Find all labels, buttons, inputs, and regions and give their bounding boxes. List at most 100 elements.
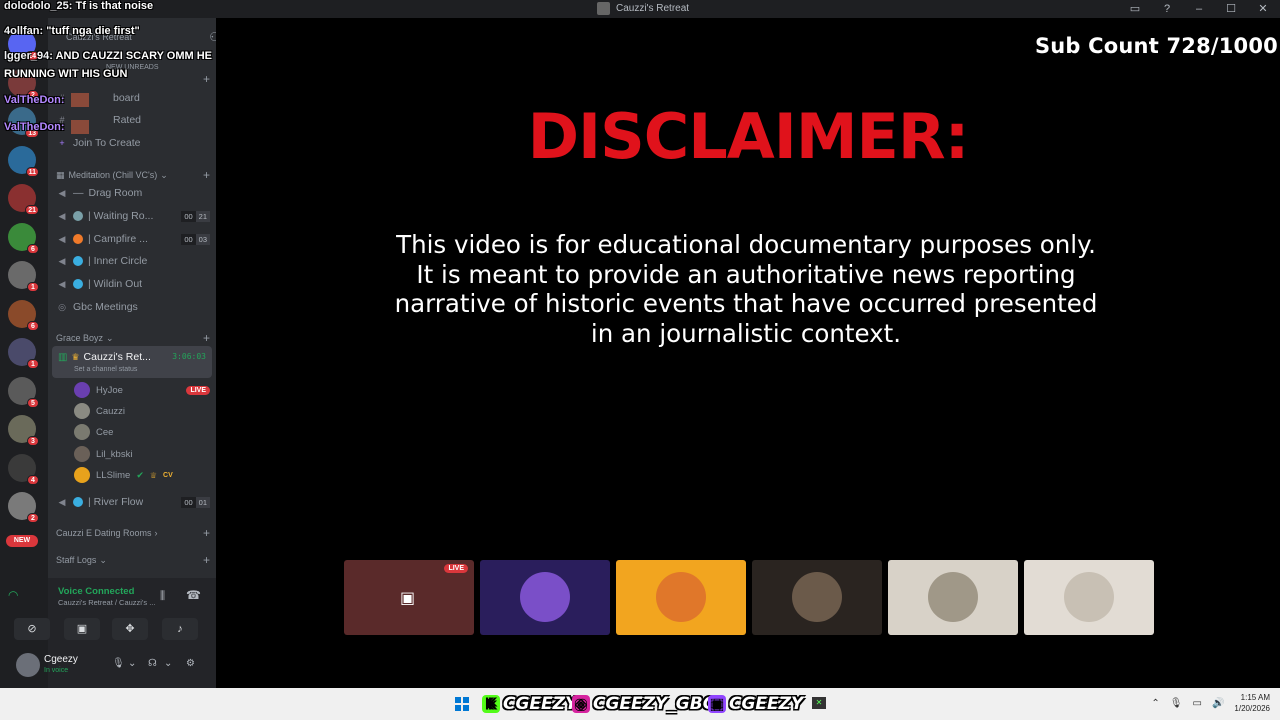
headphones-icon[interactable]: ☊ — [148, 658, 157, 669]
add-channel-icon[interactable]: + — [203, 168, 210, 182]
close-button[interactable]: ✕ — [1254, 2, 1272, 15]
avatar — [520, 572, 570, 622]
server-icon[interactable]: 4 — [8, 453, 39, 485]
chevron-down-icon: ⌄ — [106, 332, 114, 343]
emote-icon — [70, 120, 89, 134]
avatar — [792, 572, 842, 622]
microphone-icon[interactable]: 🎙 — [1170, 698, 1183, 709]
voice-connected-label[interactable]: Voice Connected — [58, 586, 134, 597]
active-channel-name: ▥ ♛ Cauzzi's Ret... — [58, 351, 151, 363]
server-icon[interactable]: 21 — [8, 184, 39, 215]
avatar-tile-light[interactable] — [1024, 560, 1154, 635]
disconnect-icon[interactable]: ☎ — [186, 588, 201, 602]
camera-off-button[interactable]: ⊘ — [14, 618, 50, 640]
add-channel-icon[interactable]: + — [203, 526, 210, 540]
soundboard-button[interactable]: ♪ — [162, 618, 198, 640]
server-icon[interactable]: 1 — [8, 338, 39, 369]
server-icon[interactable]: 5 — [8, 376, 39, 408]
user-limit-badge: 00 01 — [181, 496, 210, 508]
voice-user[interactable]: Cee — [74, 422, 210, 442]
mention-badge: 2 — [27, 513, 39, 523]
chat-message: ValTheDon: — [4, 93, 89, 107]
add-channel-icon[interactable]: + — [203, 553, 210, 567]
dash-icon: — — [73, 187, 84, 199]
server-icon[interactable]: 2 — [8, 492, 39, 523]
avatar[interactable] — [16, 653, 40, 677]
mention-badge: 3 — [27, 436, 39, 446]
screen-share-button[interactable]: ▣ — [64, 618, 100, 640]
channel-drag-room[interactable]: ◀ — Drag Room — [56, 183, 210, 203]
stream-tile-hyjoe[interactable]: LIVE ▣ — [344, 560, 474, 635]
avatar-tile-purple[interactable] — [480, 560, 610, 635]
display-icon[interactable]: ▭ — [1193, 698, 1202, 709]
mention-badge: 21 — [25, 205, 39, 215]
terminal-icon[interactable]: ✕ — [812, 697, 826, 709]
inbox-icon[interactable]: ▭ — [1126, 2, 1144, 15]
add-channel-icon[interactable]: + — [203, 331, 210, 345]
channel-waiting-room[interactable]: ◀ | Waiting Ro... 00 21 — [56, 206, 210, 226]
server-icon[interactable]: 1 — [8, 261, 39, 292]
voice-timer: 3:06:03 — [172, 352, 206, 361]
server-icon[interactable]: 11 — [8, 145, 39, 177]
avatar-tile-photo[interactable] — [888, 560, 1018, 635]
help-icon[interactable]: ? — [1158, 3, 1176, 15]
stage-icon: ◎ — [58, 302, 66, 312]
disclaimer-title: DISCLAIMER: — [527, 100, 970, 173]
channel-cauzzis-retreat[interactable]: ▥ ♛ Cauzzi's Ret... 3:06:03 Set a channe… — [52, 346, 212, 378]
disclaimer-body: This video is for educational documentar… — [394, 230, 1098, 348]
chat-message: dolodolo_25: Tf is that noise — [4, 0, 154, 12]
channel-wildin-out[interactable]: ◀ | Wildin Out — [56, 274, 210, 294]
category-dating-rooms[interactable]: Cauzzi E Dating Rooms › + — [56, 526, 210, 540]
mention-badge: 1 — [27, 282, 39, 292]
avatar — [928, 572, 978, 622]
participant-tiles: LIVE ▣ — [344, 560, 1156, 635]
new-server-badge[interactable]: NEW — [6, 534, 38, 547]
minimize-button[interactable]: – — [1190, 3, 1208, 15]
speaker-icon: ◀ — [58, 234, 66, 244]
avatar — [74, 403, 90, 419]
speaker-icon: ◀ — [58, 256, 66, 266]
channel-join-to-create[interactable]: + Join To Create — [56, 133, 210, 153]
server-icon[interactable]: 3 — [8, 415, 39, 446]
circle-icon — [73, 497, 83, 507]
microphone-icon[interactable]: 🎙 — [112, 658, 125, 669]
noise-suppression-icon[interactable]: ⫼ — [160, 590, 165, 603]
windows-start-icon[interactable] — [455, 697, 469, 711]
circle-icon — [73, 279, 83, 289]
voice-user[interactable]: Cauzzi — [74, 401, 210, 421]
avatar-tile-dark[interactable] — [752, 560, 882, 635]
category-staff-logs[interactable]: Staff Logs ⌄ + — [56, 553, 210, 567]
social-handle: ◎ CGEEZY_GBC — [572, 693, 715, 715]
category-grace-boyz[interactable]: Grace Boyz ⌄ + — [56, 331, 210, 345]
channel-status-input[interactable]: Set a channel status — [74, 366, 137, 373]
channel-inner-circle[interactable]: ◀ | Inner Circle — [56, 251, 210, 271]
voice-user[interactable]: HyJoe LIVE — [74, 380, 210, 400]
username[interactable]: Cgeezy — [44, 654, 78, 665]
volume-icon[interactable]: 🔊 — [1212, 698, 1224, 709]
maximize-button[interactable]: ☐ — [1222, 2, 1240, 15]
channel-river-flow[interactable]: ◀ | River Flow 00 01 — [56, 492, 210, 512]
mention-badge: 6 — [27, 243, 39, 254]
circle-icon — [73, 256, 83, 266]
window-title: Cauzzi's Retreat — [597, 2, 689, 15]
chevron-up-icon[interactable]: ⌃ — [1151, 698, 1159, 709]
voice-user[interactable]: LLSlime ✔ ♕ CV — [74, 465, 210, 485]
channel-gbc-meetings[interactable]: ◎ Gbc Meetings — [56, 297, 210, 317]
chevron-down-icon: ⌄ — [99, 554, 107, 565]
clock[interactable]: 1:15 AM 1/20/2026 — [1234, 692, 1270, 714]
voice-channel-path[interactable]: Cauzzi's Retreat / Cauzzi's ... — [58, 598, 158, 607]
people-icon — [73, 211, 83, 221]
gear-icon[interactable]: ⚙ — [186, 658, 195, 669]
server-icon[interactable]: 6 — [8, 222, 39, 254]
avatar-tile-discord[interactable] — [616, 560, 746, 635]
server-icon — [597, 2, 610, 15]
voice-user[interactable]: Lil_kbski — [74, 444, 210, 464]
server-icon[interactable]: 6 — [8, 299, 39, 331]
activities-button[interactable]: ✥ — [112, 618, 148, 640]
avatar — [74, 382, 90, 398]
add-channel-icon[interactable]: + — [203, 72, 210, 86]
chevron-down-icon[interactable]: ⌄ — [128, 658, 136, 669]
channel-campfire[interactable]: ◀ | Campfire ... 00 03 — [56, 229, 210, 249]
category-meditation[interactable]: ▦ Meditation (Chill VC's) ⌄ + — [56, 168, 210, 182]
chevron-down-icon[interactable]: ⌄ — [164, 658, 172, 669]
